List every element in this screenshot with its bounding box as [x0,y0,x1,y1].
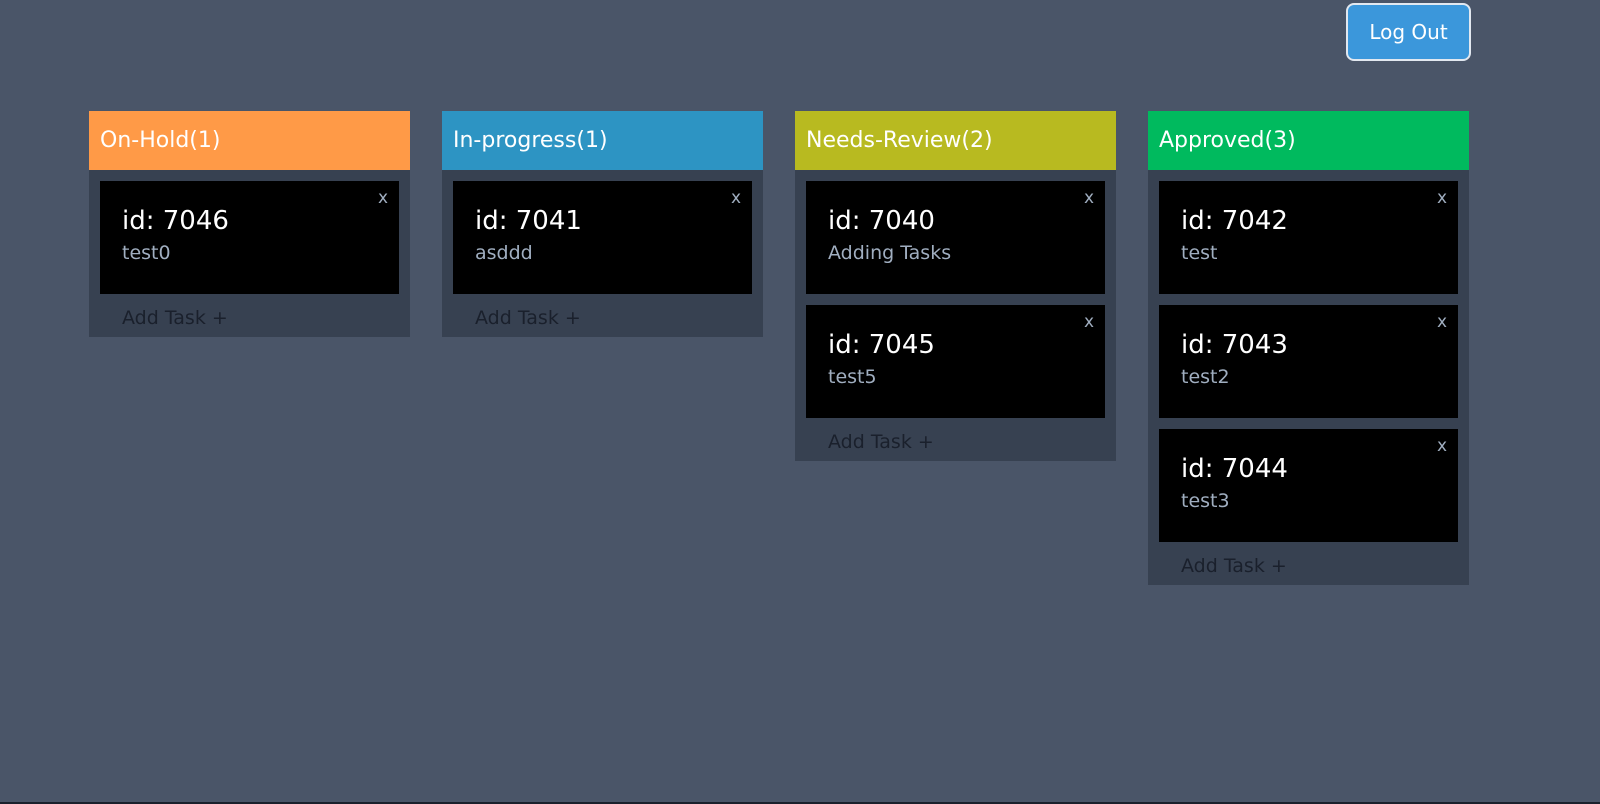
delete-task-button[interactable]: x [1437,190,1447,207]
column-approved: Approved3 x id: 7042 test x id: 7043 tes… [1148,111,1469,585]
task-id: id: 7044 [1181,454,1288,484]
add-task-button[interactable]: Add Task + [442,305,763,337]
logout-button[interactable]: Log Out [1346,3,1471,61]
add-task-button[interactable]: Add Task + [89,305,410,337]
column-header: On-Hold1 [89,111,410,170]
task-description: test [1181,242,1218,264]
task-list: x id: 7042 test x id: 7043 test2 x id: 7… [1148,170,1469,542]
task-description: test3 [1181,490,1230,512]
column-title: In-progress [453,128,577,153]
task-id: id: 7042 [1181,206,1288,236]
column-count: 2 [961,128,992,153]
column-header: Needs-Review2 [795,111,1116,170]
column-in-progress: In-progress1 x id: 7041 asddd Add Task + [442,111,763,337]
add-task-button[interactable]: Add Task + [1148,553,1469,585]
column-needs-review: Needs-Review2 x id: 7040 Adding Tasks x … [795,111,1116,461]
column-title: On-Hold [100,128,190,153]
delete-task-button[interactable]: x [1084,314,1094,331]
task-id: id: 7040 [828,206,935,236]
column-header: In-progress1 [442,111,763,170]
delete-task-button[interactable]: x [731,190,741,207]
column-title: Needs-Review [806,128,962,153]
task-id: id: 7045 [828,330,935,360]
column-header: Approved3 [1148,111,1469,170]
add-task-button[interactable]: Add Task + [795,429,1116,461]
column-on-hold: On-Hold1 x id: 7046 test0 Add Task + [89,111,410,337]
task-list: x id: 7041 asddd [442,170,763,294]
delete-task-button[interactable]: x [1437,314,1447,331]
task-card[interactable]: x id: 7046 test0 [100,181,399,294]
task-id: id: 7041 [475,206,582,236]
task-card[interactable]: x id: 7044 test3 [1159,429,1458,542]
task-id: id: 7046 [122,206,229,236]
task-description: Adding Tasks [828,242,952,264]
task-card[interactable]: x id: 7041 asddd [453,181,752,294]
task-id: id: 7043 [1181,330,1288,360]
task-card[interactable]: x id: 7042 test [1159,181,1458,294]
task-list: x id: 7040 Adding Tasks x id: 7045 test5 [795,170,1116,418]
delete-task-button[interactable]: x [1437,438,1447,455]
column-title: Approved [1159,128,1265,153]
task-description: test0 [122,242,171,264]
delete-task-button[interactable]: x [1084,190,1094,207]
column-count: 3 [1265,128,1296,153]
task-description: asddd [475,242,533,264]
task-card[interactable]: x id: 7045 test5 [806,305,1105,418]
kanban-board: On-Hold1 x id: 7046 test0 Add Task + In-… [89,111,1469,585]
column-count: 1 [576,128,607,153]
delete-task-button[interactable]: x [378,190,388,207]
task-card[interactable]: x id: 7043 test2 [1159,305,1458,418]
column-count: 1 [189,128,220,153]
task-description: test2 [1181,366,1230,388]
task-list: x id: 7046 test0 [89,170,410,294]
task-description: test5 [828,366,877,388]
task-card[interactable]: x id: 7040 Adding Tasks [806,181,1105,294]
